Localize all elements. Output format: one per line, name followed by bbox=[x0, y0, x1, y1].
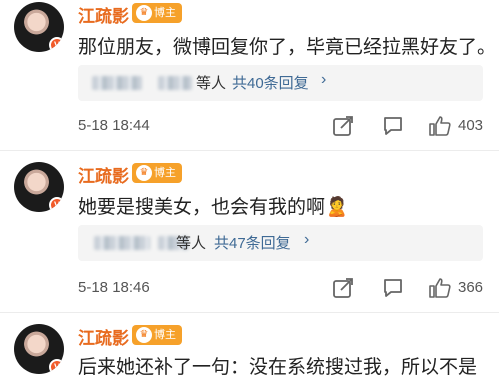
comment-text: 那位朋友，微博回复你了，毕竟已经拉黑好友了。 bbox=[78, 37, 497, 58]
blurred-names bbox=[92, 76, 142, 90]
timestamp: 5-18 18:46 bbox=[78, 279, 150, 296]
author-name[interactable]: 江疏影 bbox=[78, 324, 129, 349]
reply-count-link[interactable]: 共40条回复 bbox=[232, 72, 309, 93]
timestamp: 5-18 18:44 bbox=[78, 117, 150, 134]
author-name[interactable]: 江疏影 bbox=[78, 2, 129, 27]
avatar[interactable]: V bbox=[14, 162, 64, 212]
thumbs-up-icon[interactable] bbox=[428, 114, 452, 138]
thumbs-up-icon[interactable] bbox=[428, 276, 452, 300]
reply-count-link[interactable]: 共47条回复 bbox=[214, 232, 291, 253]
reply-preview[interactable]: 等人 共47条回复 › bbox=[78, 225, 483, 261]
crown-icon: ♛ bbox=[136, 165, 152, 181]
avatar[interactable]: V bbox=[14, 324, 64, 374]
comment-text-body: 她要是搜美女，也会有我的啊 bbox=[78, 197, 326, 218]
share-icon[interactable] bbox=[332, 115, 354, 137]
avatar-verified-icon: V bbox=[49, 359, 64, 374]
like-count: 403 bbox=[458, 117, 484, 134]
reply-suffix: 等人 bbox=[176, 235, 207, 252]
author-badge: ♛ 博主 bbox=[132, 163, 182, 183]
badge-label: 博主 bbox=[154, 7, 176, 19]
share-icon[interactable] bbox=[332, 277, 354, 299]
author-name[interactable]: 江疏影 bbox=[78, 162, 129, 187]
reply-suffix: 等人 bbox=[196, 75, 227, 92]
badge-label: 博主 bbox=[154, 329, 176, 341]
crown-icon: ♛ bbox=[136, 5, 152, 21]
author-badge: ♛ 博主 bbox=[132, 3, 182, 23]
blurred-names bbox=[158, 76, 192, 90]
comment-icon[interactable] bbox=[382, 277, 404, 299]
crown-icon: ♛ bbox=[136, 327, 152, 343]
comment-icon[interactable] bbox=[382, 115, 404, 137]
avatar-verified-icon: V bbox=[49, 37, 64, 52]
blurred-names bbox=[94, 236, 150, 250]
like-count: 366 bbox=[458, 279, 484, 296]
reply-preview[interactable]: 等人 共40条回复 › bbox=[78, 65, 483, 101]
chevron-right-icon: › bbox=[321, 71, 327, 88]
avatar-verified-icon: V bbox=[49, 197, 64, 212]
emoji: 🙎 bbox=[325, 197, 349, 218]
badge-label: 博主 bbox=[154, 167, 176, 179]
divider bbox=[0, 312, 499, 313]
author-badge: ♛ 博主 bbox=[132, 325, 182, 345]
chevron-right-icon: › bbox=[304, 231, 310, 248]
divider bbox=[0, 150, 499, 151]
avatar[interactable]: V bbox=[14, 2, 64, 52]
comment-text: 她要是搜美女，也会有我的啊🙎 bbox=[78, 192, 349, 219]
